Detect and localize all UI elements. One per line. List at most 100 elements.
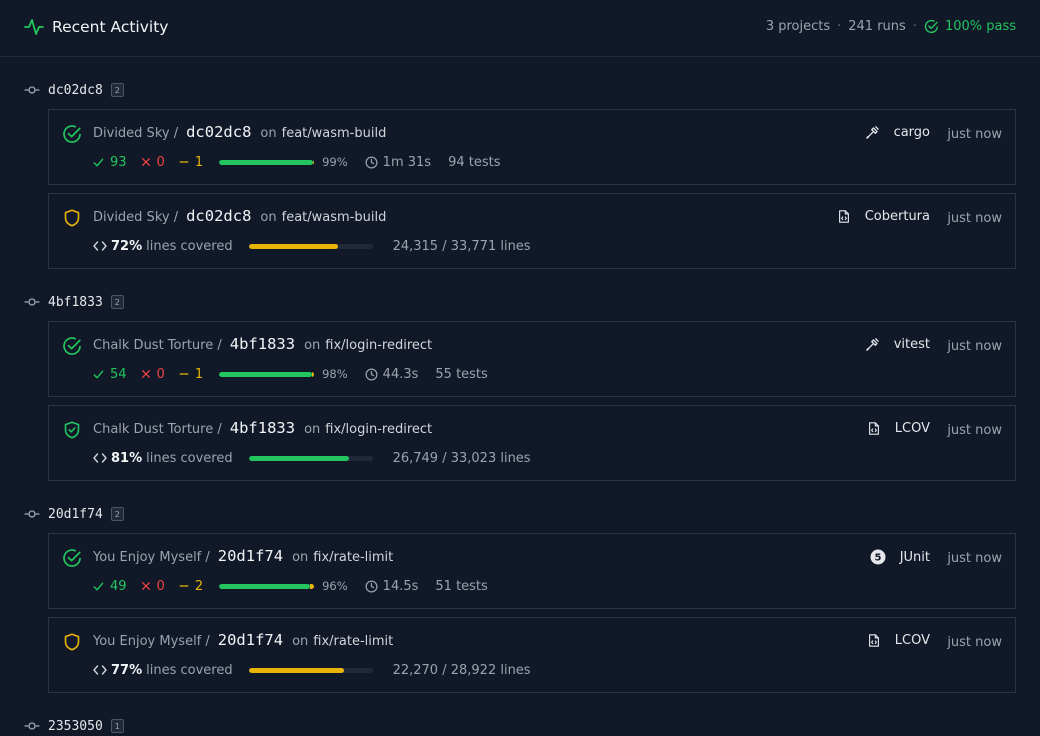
test-run-card[interactable]: Divided Sky / dc02dc8 on feat/wasm-build… [48, 109, 1016, 185]
coverage-results: 77% lines covered 22,270 / 28,922 lines [93, 660, 531, 680]
commit-sha[interactable]: 20d1f74 [218, 631, 283, 649]
pass-rate-percent: 96% [322, 579, 348, 593]
tool-badge: cargo [865, 125, 930, 140]
coverage-results: 81% lines covered 26,749 / 33,023 lines [93, 448, 531, 468]
duration: 1m 31s [365, 155, 431, 170]
skipped-count: 1 [179, 155, 203, 170]
branch-name[interactable]: fix/rate-limit [313, 634, 393, 649]
branch-name[interactable]: fix/login-redirect [325, 422, 432, 437]
coverage-card[interactable]: You Enjoy Myself / 20d1f74 on fix/rate-l… [48, 617, 1016, 693]
shield-outline-icon [62, 208, 82, 228]
junit-5-icon: 5 [870, 549, 893, 565]
test-results: 49 0 2 96% 14.5s 51 tests [93, 576, 488, 596]
project-name[interactable]: You Enjoy Myself / [93, 550, 210, 565]
on-label: on [292, 550, 309, 565]
pass-rate-bar [219, 371, 315, 377]
passed-check-icon [93, 158, 104, 166]
project-name[interactable]: You Enjoy Myself / [93, 634, 210, 649]
pass-rate-percent: 98% [322, 367, 348, 381]
code-brackets-icon [93, 665, 107, 675]
tool-name: cargo [893, 125, 930, 140]
branch-name[interactable]: fix/rate-limit [313, 550, 393, 565]
timestamp: just now [947, 551, 1002, 566]
run-title: Divided Sky / dc02dc8 on feat/wasm-build [93, 207, 386, 229]
run-count-badge: 2 [110, 295, 124, 309]
coverage-card[interactable]: Divided Sky / dc02dc8 on feat/wasm-build… [48, 193, 1016, 269]
commit-icon [24, 722, 40, 730]
on-label: on [304, 338, 321, 353]
separator-dot: · [912, 19, 917, 34]
code-icon [93, 664, 107, 676]
duration: 44.3s [365, 366, 419, 382]
activity-pulse-icon [24, 19, 44, 35]
passed-check-icon [93, 370, 104, 378]
check-circle-icon [62, 336, 82, 356]
commit-group-header[interactable]: 20d1f74 2 [24, 504, 124, 524]
project-name[interactable]: Divided Sky / [93, 210, 178, 225]
clock-icon [365, 580, 378, 592]
pass-rate: 100% pass [924, 19, 1016, 34]
failed-count: 0 [141, 367, 165, 382]
branch-name[interactable]: feat/wasm-build [282, 126, 387, 141]
commit-sha[interactable]: 20d1f74 [218, 547, 283, 565]
commit-group-header[interactable]: 4bf1833 2 [24, 292, 124, 312]
project-name[interactable]: Chalk Dust Torture / [93, 422, 222, 437]
commit-icon [24, 298, 40, 306]
group-sha[interactable]: 2353050 [48, 719, 103, 734]
code-brackets-icon [93, 453, 107, 463]
coverage-lines: 22,270 / 28,922 lines [392, 662, 531, 678]
group-sha[interactable]: 20d1f74 [48, 507, 103, 522]
branch-name[interactable]: fix/login-redirect [325, 338, 432, 353]
project-name[interactable]: Divided Sky / [93, 126, 178, 141]
on-label: on [260, 126, 277, 141]
test-count: 94 tests [448, 154, 501, 170]
skip-rate-bar-fill [312, 371, 315, 377]
duration: 14.5s [365, 579, 418, 594]
tool-badge: 5 JUnit [870, 549, 930, 565]
commit-sha[interactable]: dc02dc8 [186, 207, 251, 225]
coverage-percent: 81% [111, 450, 143, 466]
check-circle-icon [62, 124, 82, 144]
tool-badge: vitest [865, 337, 930, 352]
on-label: on [304, 422, 321, 437]
branch-name[interactable]: feat/wasm-build [282, 210, 387, 225]
run-title: Chalk Dust Torture / 4bf1833 on fix/logi… [93, 419, 432, 441]
tool-name: JUnit [899, 549, 930, 565]
timestamp: just now [947, 635, 1002, 650]
test-run-card[interactable]: Chalk Dust Torture / 4bf1833 on fix/logi… [48, 321, 1016, 397]
commit-sha[interactable]: 4bf1833 [230, 419, 295, 437]
coverage-bar-fill [248, 455, 349, 461]
project-name[interactable]: Chalk Dust Torture / [93, 338, 222, 353]
run-title: You Enjoy Myself / 20d1f74 on fix/rate-l… [93, 631, 393, 653]
commit-group-header[interactable]: dc02dc8 2 [24, 80, 124, 100]
duration-value: 44.3s [382, 366, 419, 382]
shield-check-icon [62, 420, 82, 440]
group-sha[interactable]: dc02dc8 [48, 83, 103, 98]
passed-check-icon [93, 582, 104, 590]
commit-group-header[interactable]: 2353050 1 [24, 716, 124, 736]
failed-value: 0 [156, 154, 165, 170]
coverage-card[interactable]: Chalk Dust Torture / 4bf1833 on fix/logi… [48, 405, 1016, 481]
skipped-dash-icon [179, 161, 189, 163]
failed-count: 0 [141, 155, 165, 170]
test-count: 51 tests [435, 578, 488, 594]
wrench-icon [865, 337, 887, 352]
shield-outline-icon [62, 632, 82, 652]
check-circle-icon [62, 548, 82, 568]
skipped-value: 1 [194, 154, 204, 170]
commit-sha[interactable]: dc02dc8 [186, 123, 251, 141]
timestamp: just now [947, 339, 1002, 354]
commit-icon [24, 86, 40, 94]
coverage-percent: 72% [111, 238, 143, 254]
pass-rate-bar [219, 159, 315, 165]
coverage-bar [248, 455, 373, 461]
file-code-icon [837, 209, 858, 224]
skipped-value: 1 [194, 366, 204, 382]
test-run-card[interactable]: You Enjoy Myself / 20d1f74 on fix/rate-l… [48, 533, 1016, 609]
skip-rate-bar-fill [313, 159, 315, 165]
passed-count: 93 [93, 155, 127, 170]
commit-sha[interactable]: 4bf1833 [230, 335, 295, 353]
group-sha[interactable]: 4bf1833 [48, 295, 103, 310]
tool-badge: LCOV [867, 633, 930, 648]
passed-value: 54 [110, 366, 127, 382]
